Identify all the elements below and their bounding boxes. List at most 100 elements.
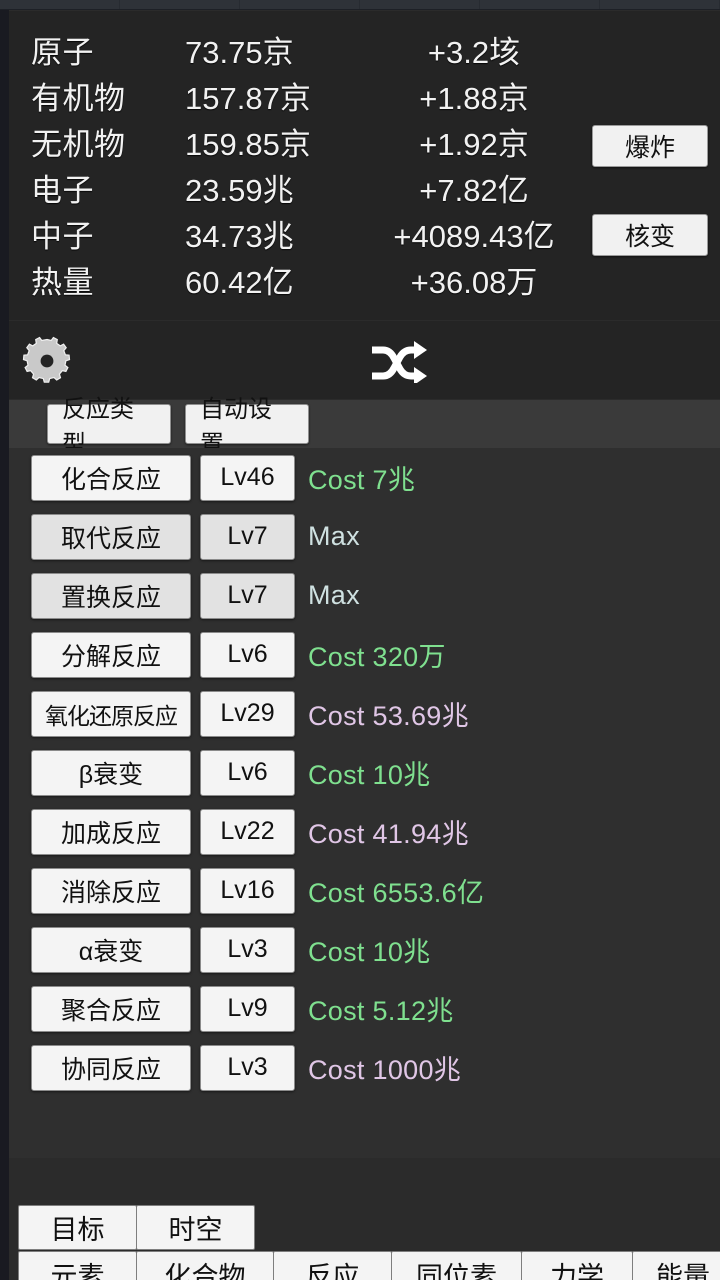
resource-delta: +1.88京 — [359, 73, 589, 118]
resource-delta: +1.92京 — [359, 119, 589, 164]
reaction-name-button[interactable]: α衰变 — [31, 927, 191, 973]
nav-button-reactions[interactable]: 反应 — [273, 1251, 392, 1280]
reaction-cost-label: Cost 6553.6亿 — [308, 871, 484, 910]
settings-gear-button[interactable] — [21, 335, 73, 387]
resource-delta: +3.2垓 — [359, 27, 589, 72]
resource-name: 无机物 — [9, 119, 185, 164]
table-row[interactable]: 氧化还原反应 Lv29 Cost 53.69兆 — [9, 684, 720, 743]
status-bar-segment — [480, 0, 600, 9]
system-status-bar — [0, 0, 720, 10]
resource-row: 中子 34.73兆 +4089.43亿 — [9, 211, 589, 257]
resource-value: 23.59兆 — [185, 165, 359, 210]
reaction-name-button[interactable]: 聚合反应 — [31, 986, 191, 1032]
reaction-name-button[interactable]: 协同反应 — [31, 1045, 191, 1091]
icon-toolbar — [9, 321, 720, 399]
reaction-name-button[interactable]: 消除反应 — [31, 868, 191, 914]
resource-delta: +7.82亿 — [359, 165, 589, 210]
reaction-level-button[interactable]: Lv29 — [200, 691, 295, 737]
reaction-level-button[interactable]: Lv9 — [200, 986, 295, 1032]
resource-name: 原子 — [9, 27, 185, 72]
resources-table: 原子 73.75京 +3.2垓 有机物 157.87京 +1.88京 无机物 1… — [9, 27, 589, 303]
table-row[interactable]: 化合反应 Lv46 Cost 7兆 — [9, 448, 720, 507]
nav-button-spacetime[interactable]: 时空 — [136, 1205, 255, 1250]
fission-button[interactable]: 核变 — [592, 214, 708, 256]
nav-button-isotopes[interactable]: 同位素 — [391, 1251, 522, 1280]
reaction-level-button[interactable]: Lv7 — [200, 514, 295, 560]
reaction-level-button[interactable]: Lv22 — [200, 809, 295, 855]
table-row[interactable]: α衰变 Lv3 Cost 10兆 — [9, 920, 720, 979]
reaction-name-button[interactable]: 化合反应 — [31, 455, 191, 501]
bottom-navigation: 目标 时空 元素 化合物 反应 同位素 力学 能量 — [9, 1158, 720, 1280]
nav-button-goals[interactable]: 目标 — [18, 1205, 137, 1250]
table-row[interactable]: 消除反应 Lv16 Cost 6553.6亿 — [9, 861, 720, 920]
resources-panel: 原子 73.75京 +3.2垓 有机物 157.87京 +1.88京 无机物 1… — [9, 11, 720, 320]
resource-row: 原子 73.75京 +3.2垓 — [9, 27, 589, 73]
nav-secondary-row: 目标 时空 — [18, 1205, 254, 1250]
reaction-cost-label: Max — [308, 521, 360, 552]
reaction-name-button[interactable]: 分解反应 — [31, 632, 191, 678]
shuffle-button[interactable] — [367, 339, 429, 383]
reaction-level-button[interactable]: Lv46 — [200, 455, 295, 501]
nav-button-compounds[interactable]: 化合物 — [136, 1251, 274, 1280]
resource-value: 73.75京 — [185, 27, 359, 72]
resource-delta: +36.08万 — [359, 257, 589, 302]
reaction-cost-label: Cost 320万 — [308, 635, 446, 674]
table-row[interactable]: 协同反应 Lv3 Cost 1000兆 — [9, 1038, 720, 1097]
table-row[interactable]: 加成反应 Lv22 Cost 41.94兆 — [9, 802, 720, 861]
reaction-level-button[interactable]: Lv6 — [200, 750, 295, 796]
reaction-cost-label: Cost 10兆 — [308, 753, 430, 792]
reaction-cost-label: Cost 5.12兆 — [308, 989, 454, 1028]
left-rail — [0, 10, 9, 1280]
nav-button-mechanics[interactable]: 力学 — [521, 1251, 633, 1280]
resource-name: 有机物 — [9, 73, 185, 118]
resource-row: 电子 23.59兆 +7.82亿 — [9, 165, 589, 211]
tab-reaction-type[interactable]: 反应类型 — [47, 404, 171, 444]
reaction-cost-label: Cost 41.94兆 — [308, 812, 469, 851]
resource-name: 中子 — [9, 211, 185, 256]
reaction-list[interactable]: 化合反应 Lv46 Cost 7兆 取代反应 Lv7 Max 置换反应 Lv7 … — [9, 448, 720, 1158]
nav-primary-row: 元素 化合物 反应 同位素 力学 能量 — [18, 1251, 720, 1280]
resource-row: 有机物 157.87京 +1.88京 — [9, 73, 589, 119]
reaction-name-button[interactable]: 取代反应 — [31, 514, 191, 560]
shuffle-icon — [367, 339, 429, 383]
table-row[interactable]: β衰变 Lv6 Cost 10兆 — [9, 743, 720, 802]
reaction-cost-label: Cost 10兆 — [308, 930, 430, 969]
resource-value: 159.85京 — [185, 119, 359, 164]
nav-button-elements[interactable]: 元素 — [18, 1251, 137, 1280]
status-bar-segment — [240, 0, 360, 9]
status-bar-segment — [360, 0, 480, 9]
reaction-name-button[interactable]: β衰变 — [31, 750, 191, 796]
status-bar-segment — [0, 0, 120, 9]
category-tab-strip: 反应类型 自动设置 — [9, 400, 720, 448]
table-row[interactable]: 置换反应 Lv7 Max — [9, 566, 720, 625]
reaction-cost-label: Cost 1000兆 — [308, 1048, 461, 1087]
reaction-level-button[interactable]: Lv3 — [200, 927, 295, 973]
table-row[interactable]: 分解反应 Lv6 Cost 320万 — [9, 625, 720, 684]
explode-button[interactable]: 爆炸 — [592, 125, 708, 167]
gear-icon — [21, 335, 73, 387]
resource-value: 157.87京 — [185, 73, 359, 118]
resource-row: 热量 60.42亿 +36.08万 — [9, 257, 589, 303]
reaction-level-button[interactable]: Lv6 — [200, 632, 295, 678]
table-row[interactable]: 聚合反应 Lv9 Cost 5.12兆 — [9, 979, 720, 1038]
status-bar-segment — [600, 0, 720, 9]
reaction-level-button[interactable]: Lv7 — [200, 573, 295, 619]
resource-value: 34.73兆 — [185, 211, 359, 256]
game-screen: 原子 73.75京 +3.2垓 有机物 157.87京 +1.88京 无机物 1… — [0, 0, 720, 1280]
reaction-level-button[interactable]: Lv3 — [200, 1045, 295, 1091]
resource-name: 热量 — [9, 257, 185, 302]
table-row[interactable]: 取代反应 Lv7 Max — [9, 507, 720, 566]
reaction-name-button[interactable]: 氧化还原反应 — [31, 691, 191, 737]
resource-value: 60.42亿 — [185, 257, 359, 302]
tab-auto-settings[interactable]: 自动设置 — [185, 404, 309, 444]
nav-button-energy[interactable]: 能量 — [632, 1251, 720, 1280]
resource-delta: +4089.43亿 — [359, 211, 589, 256]
reaction-cost-label: Max — [308, 580, 360, 611]
status-bar-segment — [120, 0, 240, 9]
shuffle-arrow-bottom — [414, 367, 427, 383]
reaction-name-button[interactable]: 置换反应 — [31, 573, 191, 619]
reaction-cost-label: Cost 53.69兆 — [308, 694, 469, 733]
reaction-level-button[interactable]: Lv16 — [200, 868, 295, 914]
resource-row: 无机物 159.85京 +1.92京 — [9, 119, 589, 165]
reaction-name-button[interactable]: 加成反应 — [31, 809, 191, 855]
